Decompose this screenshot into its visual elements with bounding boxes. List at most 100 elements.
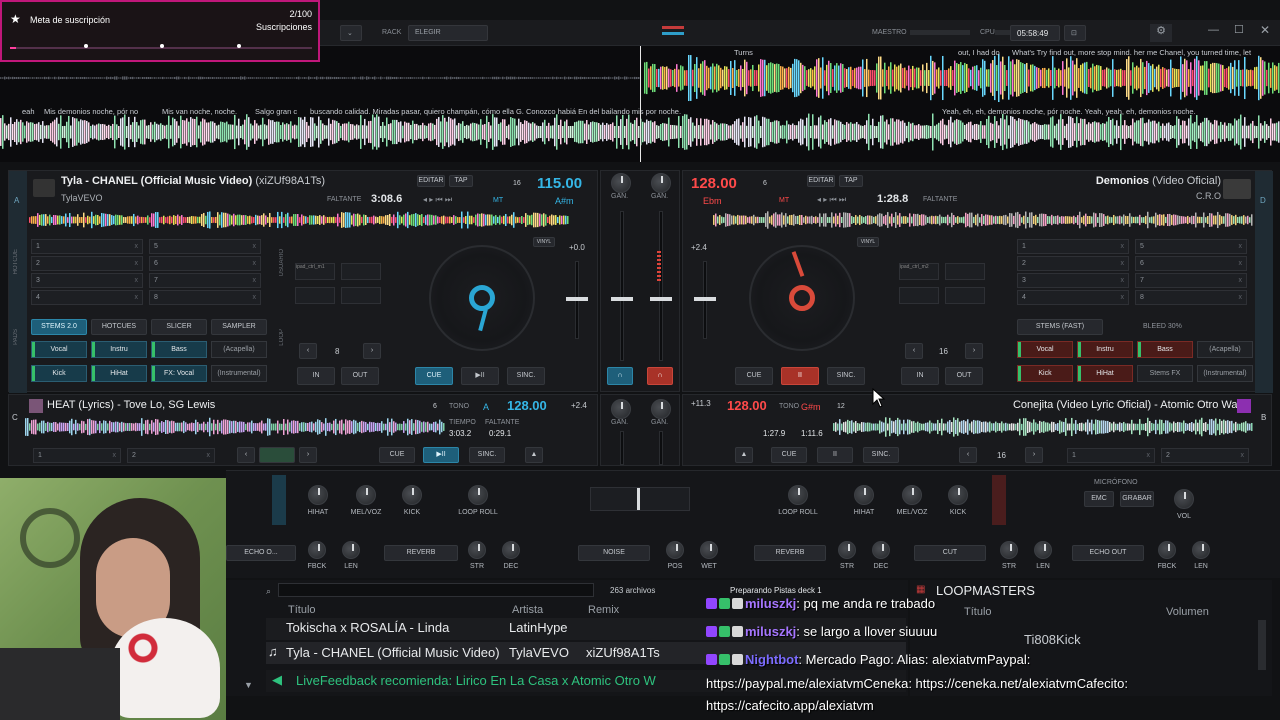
column-title[interactable]: Título	[288, 604, 316, 616]
hotcue-clear-icon[interactable]: x	[1121, 240, 1125, 253]
channel-fader-left-cap[interactable]	[611, 297, 633, 301]
deck-a-tap-button[interactable]: TAP	[449, 175, 473, 187]
hotcue-pad[interactable]: 5x	[1135, 239, 1247, 254]
hotcue-pad[interactable]: 3x	[31, 273, 143, 288]
center-fx-knob[interactable]	[700, 541, 718, 559]
deck-a-cue-button[interactable]: CUE	[415, 367, 453, 385]
hotcue-pad[interactable]: 4x	[1017, 290, 1129, 305]
gain-knob-c[interactable]	[611, 399, 631, 419]
deck-a-loop-out[interactable]: OUT	[341, 367, 379, 385]
deck-a-mini-waveform[interactable]	[29, 211, 569, 229]
deck-b-play-button[interactable]: II	[781, 367, 819, 385]
deck-c-cue-button[interactable]: CUE	[379, 447, 415, 463]
stem-toggle[interactable]: Kick	[1017, 365, 1073, 382]
fx-right-slot-3[interactable]: ECHO OUT	[1072, 545, 1144, 561]
hotcue-clear-icon[interactable]: x	[253, 274, 257, 287]
stem-toggle[interactable]: (Acapella)	[211, 341, 267, 358]
hotcue-pad[interactable]: 8x	[1135, 290, 1247, 305]
hotcue-clear-icon[interactable]: x	[135, 274, 139, 287]
fx-param-knob[interactable]	[1000, 541, 1018, 559]
fx-knob[interactable]	[948, 485, 968, 505]
deck-d-cue-button[interactable]: CUE	[771, 447, 807, 463]
deck-a-loop-prev[interactable]: ‹	[299, 343, 317, 359]
fx-right-slot-1[interactable]: REVERB	[754, 545, 826, 561]
deck-b-edit-button[interactable]: EDITAR	[807, 175, 835, 187]
hotcue-clear-icon[interactable]: x	[253, 291, 257, 304]
rack-dropdown[interactable]: ELEGIR	[408, 25, 488, 41]
stem-toggle[interactable]: Bass	[1137, 341, 1193, 358]
close-icon[interactable]: ✕	[1260, 23, 1270, 37]
fx-param-knob[interactable]	[838, 541, 856, 559]
deck-c-pad-1[interactable]: 1x	[33, 448, 121, 463]
fx-param-knob[interactable]	[1158, 541, 1176, 559]
fx-knob[interactable]	[356, 485, 376, 505]
hotcue-pad[interactable]: 3x	[1017, 273, 1129, 288]
hotcue-pad[interactable]: 4x	[31, 290, 143, 305]
fx-left-slot-1[interactable]: ECHO O...	[226, 545, 296, 561]
deck-d-waveform[interactable]	[833, 417, 1253, 437]
deck-a-edit-button[interactable]: EDITAR	[417, 175, 445, 187]
deck-c-loop-prev[interactable]: ‹	[237, 447, 255, 463]
loopmasters-item[interactable]: Ti808Kick	[1024, 632, 1081, 647]
fx-center-noise[interactable]: NOISE	[578, 545, 650, 561]
hotcue-clear-icon[interactable]: x	[253, 257, 257, 270]
deck-a-vinyl-button[interactable]: VINYL	[533, 237, 555, 247]
headphone-cue-left[interactable]: ∩	[607, 367, 633, 385]
stem-toggle[interactable]: Instru	[91, 341, 147, 358]
search-input[interactable]	[278, 583, 594, 597]
stem-toggle[interactable]: (Acapella)	[1197, 341, 1253, 358]
gain-knob-right[interactable]	[651, 173, 671, 193]
hotcue-pad[interactable]: 5x	[149, 239, 261, 254]
deck-d-slip-button[interactable]: ▲	[735, 447, 753, 463]
fx-knob[interactable]	[308, 485, 328, 505]
stem-toggle[interactable]: HiHat	[1077, 365, 1133, 382]
deck-a-play-button[interactable]: ▶II	[461, 367, 499, 385]
minimize-icon[interactable]: —	[1208, 24, 1219, 36]
hotcue-clear-icon[interactable]: x	[135, 240, 139, 253]
crossfader[interactable]	[590, 487, 690, 511]
pad-mode-tab[interactable]: STEMS 2.0	[31, 319, 87, 335]
deck-b-loop-next[interactable]: ›	[965, 343, 983, 359]
deck-c-pad-2[interactable]: 2x	[127, 448, 215, 463]
deck-d-loop-next[interactable]: ›	[1025, 447, 1043, 463]
loopmasters-col-title[interactable]: Título	[964, 606, 992, 618]
hotcue-clear-icon[interactable]: x	[1121, 274, 1125, 287]
mic-record-button[interactable]: GRABAR	[1120, 491, 1154, 507]
hotcue-pad[interactable]: 7x	[149, 273, 261, 288]
deck-a-sync-button[interactable]: SINC.	[507, 367, 545, 385]
fx-right-slot-2[interactable]: CUT	[914, 545, 986, 561]
deck-d-play-button[interactable]: II	[817, 447, 853, 463]
hotcue-pad[interactable]: 8x	[149, 290, 261, 305]
fx-knob[interactable]	[788, 485, 808, 505]
deck-d-pad-2[interactable]: 2x	[1161, 448, 1249, 463]
deck-c-sync-button[interactable]: SINC.	[469, 447, 505, 463]
hotcue-pad[interactable]: 2x	[1017, 256, 1129, 271]
hotcue-pad[interactable]: 2x	[31, 256, 143, 271]
stem-toggle[interactable]: HiHat	[91, 365, 147, 382]
deck-b-tap-button[interactable]: TAP	[839, 175, 863, 187]
headphone-cue-right[interactable]: ∩	[647, 367, 673, 385]
deck-d-loop-prev[interactable]: ‹	[959, 447, 977, 463]
loopmasters-col-volume[interactable]: Volumen	[1166, 606, 1209, 618]
deck-b-user-slot-3[interactable]	[899, 287, 939, 304]
fx-left-slot-2[interactable]: REVERB	[384, 545, 458, 561]
mic-volume-knob[interactable]	[1174, 489, 1194, 509]
column-remix[interactable]: Remix	[588, 604, 619, 616]
hotcue-pad[interactable]: 7x	[1135, 273, 1247, 288]
fx-param-knob[interactable]	[872, 541, 890, 559]
fx-param-knob[interactable]	[468, 541, 486, 559]
loopmasters-scrollbar[interactable]	[1258, 620, 1266, 670]
channel-fader-right[interactable]	[659, 211, 663, 361]
deck-a-loop-in[interactable]: IN	[297, 367, 335, 385]
record-button[interactable]: ⊡	[1064, 25, 1086, 41]
deck-d-pad-1[interactable]: 1x	[1067, 448, 1155, 463]
deck-b-loop-in[interactable]: IN	[901, 367, 939, 385]
stem-toggle[interactable]: FX: Vocal	[151, 365, 207, 382]
hotcue-clear-icon[interactable]: x	[1239, 291, 1243, 304]
deck-a-user-slot-1[interactable]: ipad_ctrl_m1	[295, 263, 335, 280]
channel-fader-right-cap[interactable]	[650, 297, 672, 301]
layout-dropdown[interactable]: ⌄	[340, 25, 362, 41]
deck-c-slip-button[interactable]: ▲	[525, 447, 543, 463]
deck-b-transport-icons[interactable]: ◂ ▸ ⏮ ⏭	[817, 195, 846, 205]
stem-toggle[interactable]: Kick	[31, 365, 87, 382]
